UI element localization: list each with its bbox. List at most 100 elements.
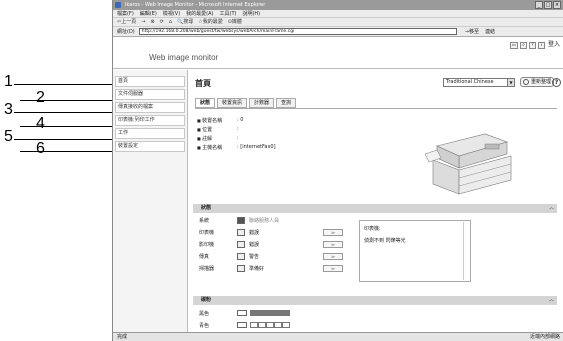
details-button[interactable]: ≫ bbox=[323, 241, 343, 248]
device-info-value: : 0 bbox=[237, 117, 244, 123]
sidebar-item-jobs[interactable]: 工作 bbox=[115, 128, 185, 139]
device-info-value: : bbox=[237, 135, 239, 141]
header-icons: ▭ ⌕ ? i 登入 bbox=[509, 42, 561, 49]
toner-section-header: 碳粉 ︿ bbox=[193, 296, 557, 305]
help-button[interactable]: ? bbox=[552, 78, 561, 87]
browser-statusbar: 完成 近端內部網路 bbox=[113, 332, 563, 341]
callout-number: 4 bbox=[36, 115, 45, 132]
app-brand: Web image monitor bbox=[149, 53, 219, 62]
forward-button[interactable]: → bbox=[141, 18, 145, 26]
menu-favorites[interactable]: 我的最愛(A) bbox=[186, 10, 213, 17]
tab-counter[interactable]: 計數器 bbox=[249, 98, 275, 108]
sidebar-item-device-settings[interactable]: 裝置設定 bbox=[115, 141, 185, 152]
status-value: 聯絡服務人員 bbox=[249, 218, 280, 224]
tab-device-info[interactable]: 裝置資訊 bbox=[217, 98, 248, 108]
toner-name: 青色 bbox=[199, 322, 210, 329]
window-title: Ikaros - Web Image Monitor - Microsoft I… bbox=[125, 2, 266, 8]
toner-level-cell bbox=[258, 310, 266, 316]
sidebar-item-fax-received[interactable]: 傳真接收的檔案 bbox=[115, 102, 185, 113]
search-button[interactable]: 🔍搜尋 bbox=[177, 18, 193, 26]
details-button[interactable]: ≫ bbox=[323, 253, 343, 260]
message-title: 印表機: bbox=[364, 226, 381, 232]
address-bar: 網址(D) http://192.168.0.208/web/guest/tw/… bbox=[113, 27, 563, 37]
message-box: 印表機: 偵測不到 閃爍等光 bbox=[359, 220, 471, 282]
refresh-button[interactable]: 重新整理 bbox=[520, 77, 555, 87]
status-row-printer: 印表機 錯誤 ≫ bbox=[193, 227, 353, 238]
callout-line bbox=[14, 84, 112, 85]
collapse-icon[interactable]: ︿ bbox=[549, 204, 554, 213]
device-info-key: 位置 bbox=[197, 125, 237, 134]
menu-edit[interactable]: 編輯(E) bbox=[140, 10, 157, 17]
menu-view[interactable]: 檢視(V) bbox=[163, 10, 180, 17]
callout-number: 1 bbox=[4, 73, 13, 90]
status-row-scanner: 掃描器 準備好 ≫ bbox=[193, 263, 353, 274]
collapse-icon[interactable]: ︿ bbox=[549, 296, 554, 305]
callout-1: 1 bbox=[0, 73, 112, 90]
go-button[interactable]: →移至 bbox=[465, 28, 479, 35]
home-icon[interactable]: ▭ bbox=[509, 42, 518, 49]
refresh-label: 重新整理 bbox=[531, 79, 552, 85]
tab-divider bbox=[195, 108, 557, 109]
callout-number: 3 bbox=[4, 101, 13, 118]
menu-help[interactable]: 說明(H) bbox=[242, 10, 260, 17]
sidebar-item-home[interactable]: 首頁 bbox=[115, 76, 185, 87]
stop-button[interactable]: ⊗ bbox=[150, 18, 154, 26]
device-info-value: : bbox=[237, 126, 239, 132]
home-button[interactable]: ⌂ bbox=[169, 18, 172, 26]
url-input[interactable]: http://192.168.0.208/web/guest/tw/websys… bbox=[138, 28, 457, 35]
status-name: 傳真 bbox=[199, 254, 210, 260]
refresh-icon bbox=[523, 79, 529, 85]
main-panel: 首頁 Traditional Chinese ▼ 重新整理 ? 狀態 裝置資訊 … bbox=[189, 70, 563, 332]
back-button[interactable]: ⇦上一頁 bbox=[117, 18, 136, 26]
sidebar-item-document-server[interactable]: 文件伺服器 bbox=[115, 89, 185, 100]
links-button[interactable]: 連結 bbox=[485, 28, 495, 35]
toner-level-cell bbox=[266, 310, 274, 316]
minimize-button[interactable]: _ bbox=[535, 1, 543, 9]
status-row-system: 系統 聯絡服務人員 bbox=[193, 215, 353, 226]
toner-row-cyan: 青色 bbox=[193, 320, 290, 330]
media-button[interactable]: ⊙媒體 bbox=[228, 18, 242, 26]
callout-line bbox=[20, 100, 112, 101]
favorites-button[interactable]: ☆我的最愛 bbox=[198, 18, 222, 26]
menu-tools[interactable]: 工具(T) bbox=[220, 10, 237, 17]
toner-level-cell bbox=[274, 322, 282, 328]
device-info-key: 裝置名稱 bbox=[197, 116, 237, 125]
search-icon[interactable]: ⌕ bbox=[519, 42, 527, 49]
sidebar: 首頁 文件伺服器 傳真接收的檔案 印表機:列印工作 工作 裝置設定 bbox=[113, 70, 188, 332]
status-section-title: 狀態 bbox=[201, 205, 212, 211]
login-link[interactable]: 登入 bbox=[547, 42, 561, 49]
toner-row-black: 黑色 bbox=[193, 308, 290, 318]
callout-line bbox=[20, 151, 112, 152]
menu-bar: 檔案(F) 編輯(E) 檢視(V) 我的最愛(A) 工具(T) 說明(H) bbox=[113, 10, 563, 18]
device-info-row: 位置 : bbox=[197, 125, 276, 134]
status-name: 印表機 bbox=[199, 230, 215, 236]
fax-icon bbox=[237, 253, 245, 260]
language-select[interactable]: Traditional Chinese ▼ bbox=[443, 78, 515, 87]
refresh-browser-button[interactable]: ⟳ bbox=[160, 18, 164, 26]
menu-file[interactable]: 檔案(F) bbox=[117, 10, 134, 17]
message-scrollbar[interactable] bbox=[463, 222, 469, 280]
callout-line bbox=[14, 139, 112, 140]
status-name: 影印機 bbox=[199, 242, 215, 248]
toner-level-cell bbox=[266, 322, 274, 328]
device-info-key: 主機名稱 bbox=[197, 143, 237, 152]
tab-inquiry[interactable]: 查詢 bbox=[276, 98, 297, 108]
callout-line bbox=[14, 112, 112, 113]
status-value: 準備好 bbox=[249, 266, 265, 272]
details-button[interactable]: ≫ bbox=[323, 229, 343, 236]
details-button[interactable]: ≫ bbox=[323, 265, 343, 272]
app-header: Web image monitor ▭ ⌕ ? i 登入 bbox=[113, 37, 563, 69]
maximize-button[interactable]: □ bbox=[544, 1, 552, 9]
message-text: 偵測不到 閃爍等光 bbox=[364, 238, 406, 244]
browser-toolbar: ⇦上一頁 → ⊗ ⟳ ⌂ 🔍搜尋 ☆我的最愛 ⊙媒體 bbox=[113, 18, 563, 27]
toner-level-cell bbox=[250, 310, 258, 316]
close-button[interactable]: × bbox=[553, 1, 561, 9]
help-icon[interactable]: ? bbox=[528, 42, 536, 49]
tab-status[interactable]: 狀態 bbox=[195, 98, 216, 108]
sidebar-item-print-jobs[interactable]: 印表機:列印工作 bbox=[115, 115, 185, 126]
info-icon[interactable]: i bbox=[537, 42, 545, 49]
language-value: Traditional Chinese bbox=[446, 79, 494, 85]
callout-4: 4 bbox=[0, 115, 112, 132]
toner-level-cell bbox=[274, 310, 282, 316]
security-zone: 近端內部網路 bbox=[529, 334, 560, 340]
